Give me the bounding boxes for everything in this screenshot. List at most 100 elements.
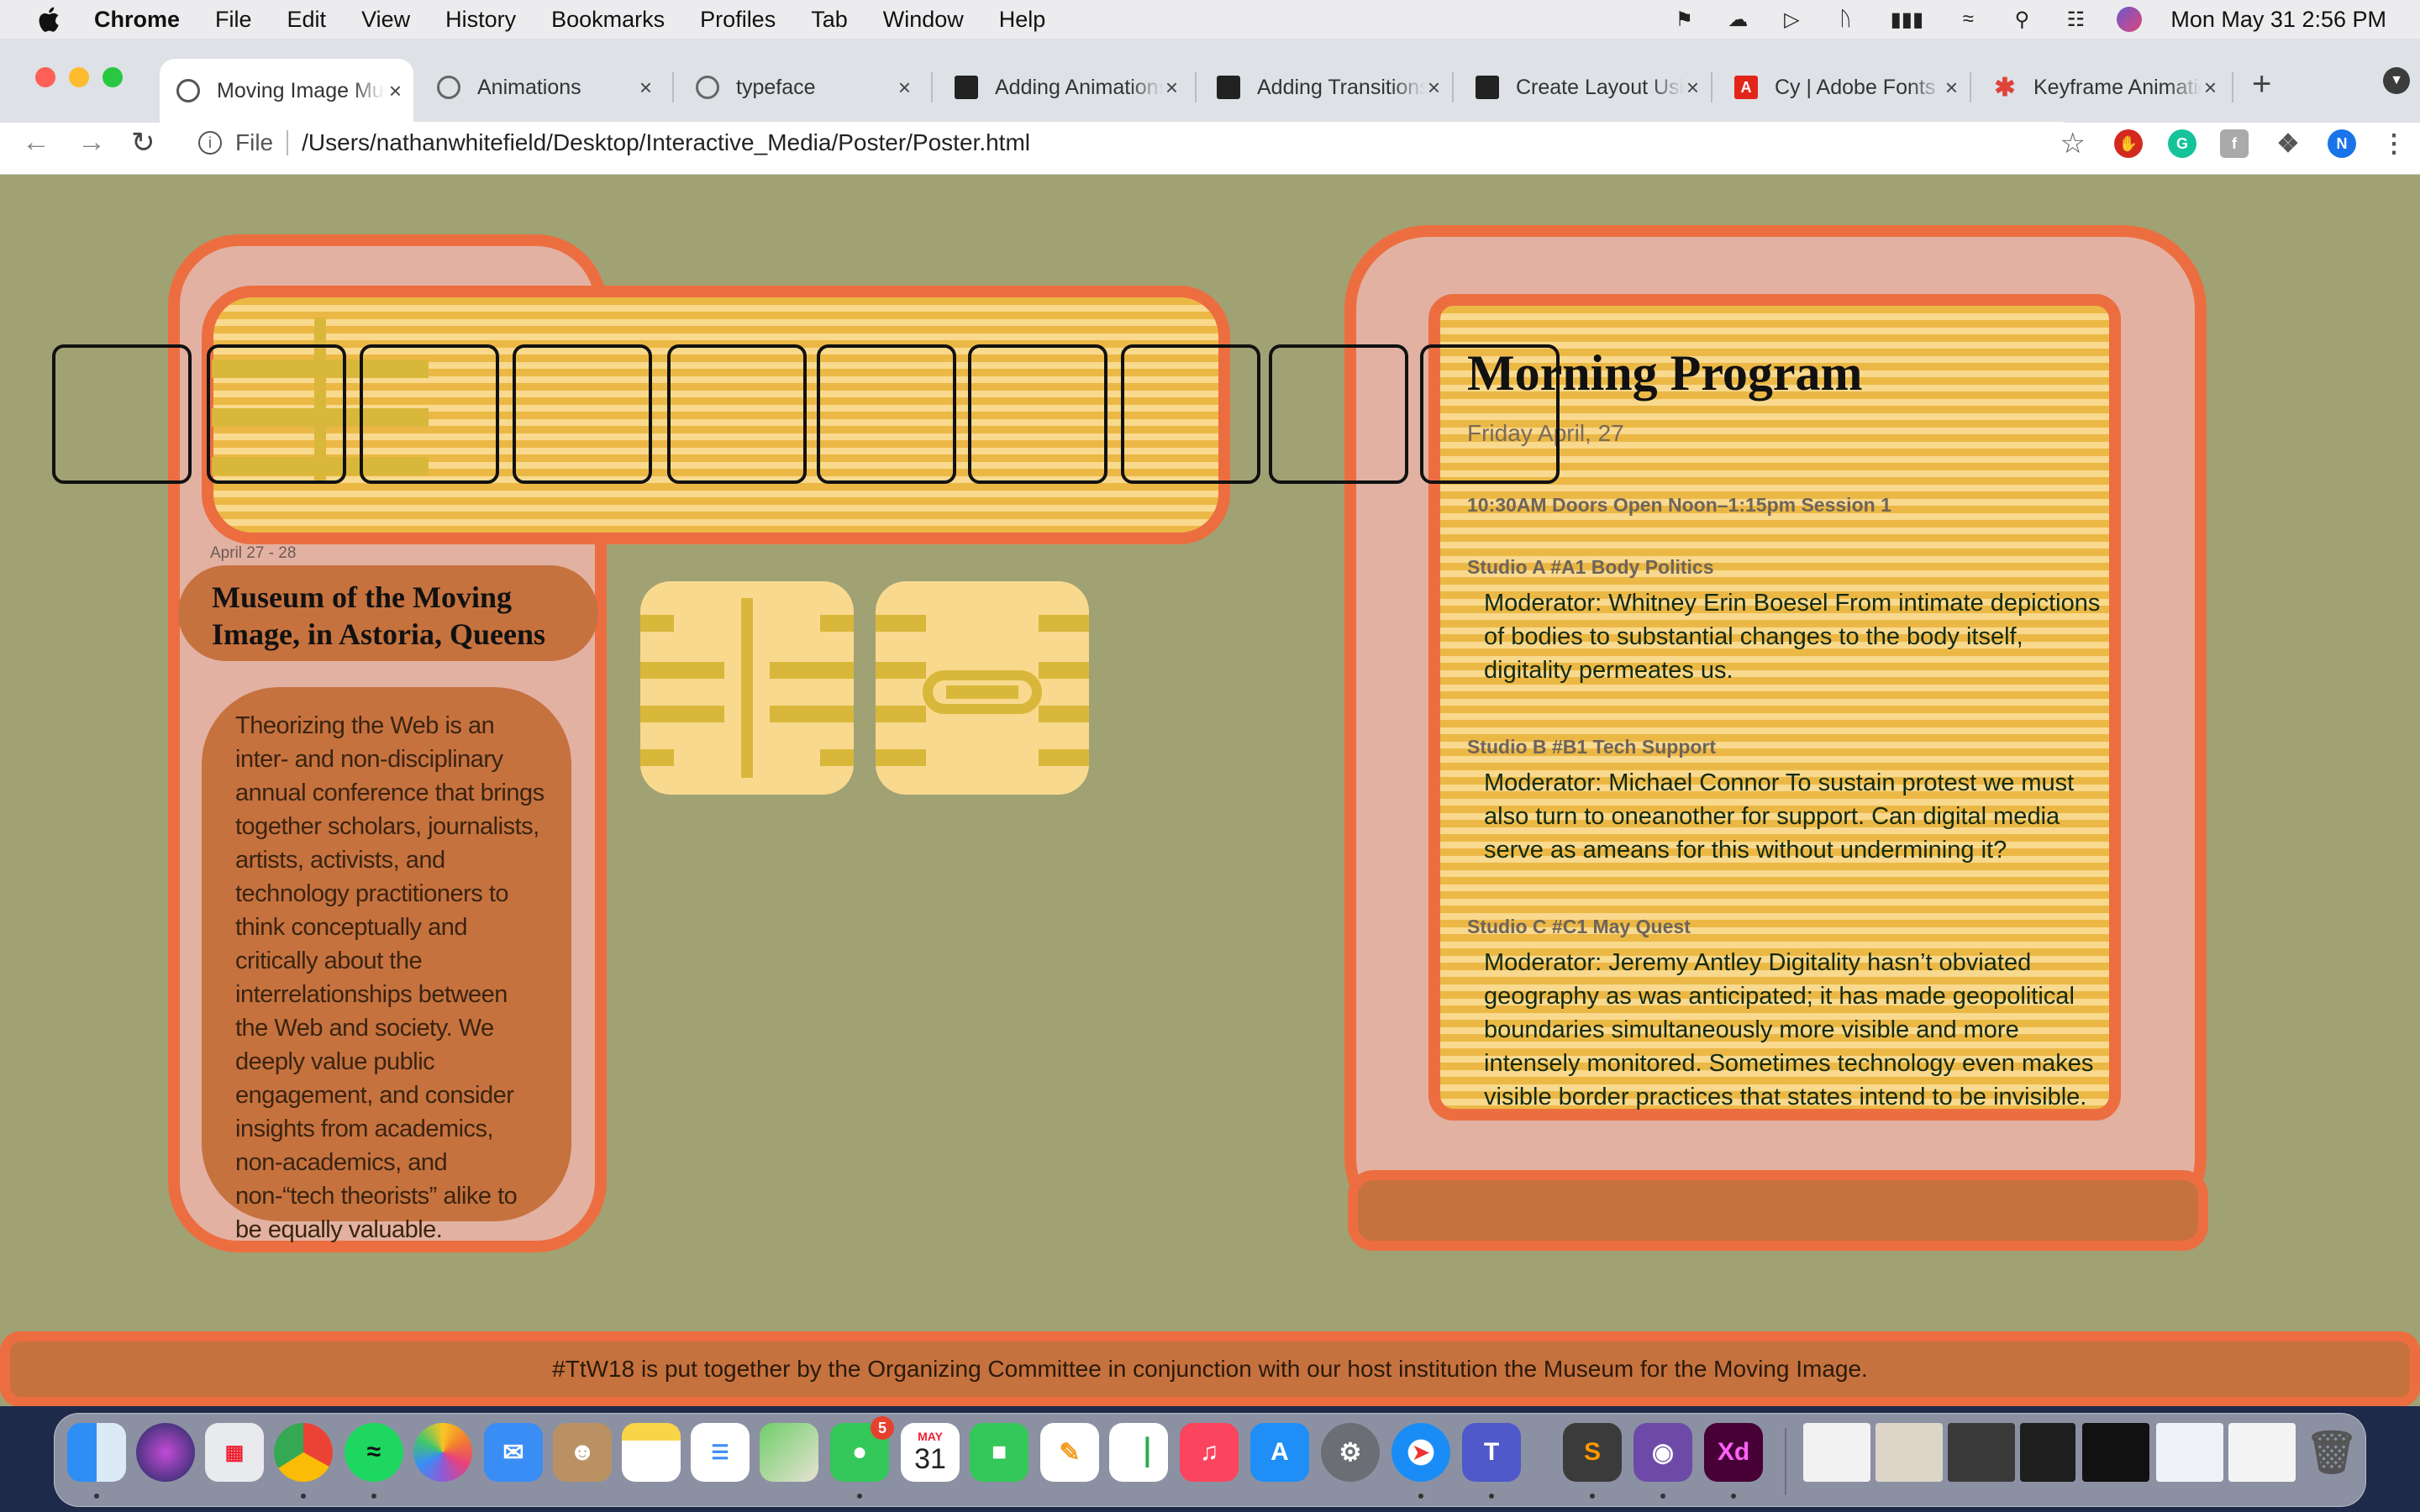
bookmark-star-icon[interactable]: ☆ <box>2060 127 2086 160</box>
messages-badge: 5 <box>871 1416 894 1440</box>
menu-history[interactable]: History <box>445 7 516 33</box>
sublime-text-icon[interactable]: S <box>1563 1423 1622 1482</box>
tab-label: Keyframe Animations <box>2033 75 2202 99</box>
facetime-icon[interactable]: ■ <box>970 1423 1028 1482</box>
close-tab-icon[interactable]: × <box>1165 75 1178 101</box>
menu-app-name[interactable]: Chrome <box>94 7 180 33</box>
tab-search-chevron-icon[interactable]: ▼ <box>2383 67 2410 94</box>
footer-credit-text: #TtW18 is put together by the Organizing… <box>552 1356 1868 1382</box>
teams-icon[interactable]: T <box>1462 1423 1521 1482</box>
studio-c-description: Moderator: Jeremy Antley Digitality hasn… <box>1484 949 2094 1110</box>
menu-tab[interactable]: Tab <box>811 7 848 33</box>
notes-icon[interactable] <box>622 1423 681 1482</box>
close-tab-icon[interactable]: × <box>639 75 652 101</box>
close-tab-icon[interactable]: × <box>898 75 911 101</box>
maps-icon[interactable] <box>760 1423 818 1482</box>
tile-stripe <box>770 662 854 679</box>
adblock-extension-icon[interactable]: ✋ <box>2114 129 2143 158</box>
calendar-icon[interactable]: MAY 31 <box>901 1423 960 1482</box>
pages-icon[interactable]: ✎ <box>1040 1423 1099 1482</box>
apple-logo-icon[interactable] <box>35 5 60 34</box>
menu-bookmarks[interactable]: Bookmarks <box>551 7 665 33</box>
font-extension-icon[interactable]: f <box>2220 129 2249 158</box>
siri-icon[interactable] <box>2117 7 2143 32</box>
wifi-icon[interactable]: ≈ <box>1955 7 1981 32</box>
system-preferences-icon[interactable]: ⚙ <box>1321 1423 1380 1482</box>
tab-separator <box>1711 72 1712 102</box>
flag-status-icon[interactable]: ⚑ <box>1671 7 1697 32</box>
profile-avatar[interactable]: N <box>2328 129 2356 158</box>
github-desktop-icon[interactable]: ◉ <box>1634 1423 1692 1482</box>
battery-icon[interactable]: ▮▮▮ <box>1886 7 1927 32</box>
close-tab-icon[interactable]: × <box>1686 75 1699 101</box>
address-bar[interactable]: i File /Users/nathanwhitefield/Desktop/I… <box>182 122 2086 164</box>
tab-animations[interactable]: Animations × <box>420 62 664 113</box>
window-minimize-button[interactable] <box>69 67 89 87</box>
tab-moving-image[interactable]: Moving Image Museum × <box>160 59 413 123</box>
creative-cloud-icon[interactable]: ☁ <box>1725 7 1750 32</box>
window-zoom-button[interactable] <box>103 67 123 87</box>
spotlight-search-icon[interactable]: ⚲ <box>2009 7 2034 32</box>
program-card-footer <box>1348 1170 2208 1251</box>
tab-adobe-fonts[interactable]: A Cy | Adobe Fonts × <box>1718 62 1970 113</box>
play-status-icon[interactable]: ▷ <box>1779 7 1804 32</box>
menu-view[interactable]: View <box>361 7 410 33</box>
window-thumbnail[interactable] <box>1876 1423 1943 1482</box>
finder-icon[interactable] <box>67 1423 126 1482</box>
forward-arrow-icon[interactable]: → <box>77 126 106 159</box>
tab-typeface[interactable]: typeface × <box>679 62 923 113</box>
photos-icon[interactable] <box>413 1423 472 1482</box>
url-text[interactable]: /Users/nathanwhitefield/Desktop/Interact… <box>302 129 1030 156</box>
adobe-xd-icon[interactable]: Xd <box>1704 1423 1763 1482</box>
messages-icon[interactable]: ● 5 <box>830 1416 894 1482</box>
window-thumbnail[interactable] <box>2156 1423 2223 1482</box>
menu-clock[interactable]: Mon May 31 2:56 PM <box>2170 7 2386 33</box>
animation-box <box>52 344 192 484</box>
tab-adding-animations[interactable]: Adding Animations × <box>938 62 1190 113</box>
contacts-icon[interactable]: ☻ <box>553 1423 612 1482</box>
window-thumbnail[interactable] <box>2228 1423 2296 1482</box>
chrome-dock-icon[interactable] <box>274 1423 333 1482</box>
menu-window[interactable]: Window <box>883 7 964 33</box>
running-indicator <box>857 1494 862 1499</box>
menu-help[interactable]: Help <box>999 7 1046 33</box>
menu-file[interactable]: File <box>215 7 252 33</box>
mail-icon[interactable]: ✉ <box>484 1423 543 1482</box>
reload-icon[interactable]: ↻ <box>131 126 155 160</box>
reminders-icon[interactable]: ☰ <box>691 1423 750 1482</box>
window-thumbnail[interactable] <box>1803 1423 1870 1482</box>
chrome-menu-icon[interactable]: ⋮ <box>2380 129 2408 158</box>
siri-dock-icon[interactable] <box>136 1423 195 1482</box>
close-tab-icon[interactable]: × <box>1428 75 1440 101</box>
tab-keyframe-animations[interactable]: ✱ Keyframe Animations × <box>1976 62 2228 113</box>
grammarly-extension-icon[interactable]: G <box>2168 129 2196 158</box>
safari-icon[interactable]: ➤ <box>1392 1423 1450 1482</box>
window-thumbnail[interactable] <box>2020 1423 2075 1482</box>
tab-adding-transitions[interactable]: Adding Transitions × <box>1200 62 1452 113</box>
window-thumbnail[interactable] <box>2082 1423 2149 1482</box>
spotify-icon[interactable]: ≈ <box>345 1423 403 1482</box>
close-tab-icon[interactable]: × <box>1945 75 1958 101</box>
extensions-puzzle-icon[interactable]: ❖ <box>2274 129 2302 158</box>
animation-box <box>1420 344 1560 484</box>
bluetooth-icon[interactable]: ᚢ <box>1833 7 1858 32</box>
new-tab-button[interactable]: + <box>2252 66 2271 103</box>
window-close-button[interactable] <box>35 67 55 87</box>
music-icon[interactable]: ♫ <box>1180 1423 1239 1482</box>
trash-icon[interactable]: 🗑 <box>2302 1423 2361 1482</box>
close-tab-icon[interactable]: × <box>2204 75 2217 101</box>
numbers-icon[interactable]: ▕ <box>1109 1423 1168 1482</box>
back-arrow-icon[interactable]: ← <box>22 126 50 159</box>
close-tab-icon[interactable]: × <box>389 78 402 104</box>
site-info-icon[interactable]: i <box>198 131 222 155</box>
window-thumbnail[interactable] <box>1948 1423 2015 1482</box>
tab-create-layout[interactable]: Create Layout Using × <box>1459 62 1711 113</box>
control-center-icon[interactable]: ☷ <box>2063 7 2088 32</box>
animation-box <box>1269 344 1408 484</box>
menu-profiles[interactable]: Profiles <box>700 7 776 33</box>
tile-pill-core <box>946 685 1018 699</box>
launchpad-icon[interactable]: ▦ <box>205 1423 264 1482</box>
menu-edit[interactable]: Edit <box>287 7 327 33</box>
app-store-icon[interactable]: A <box>1250 1423 1309 1482</box>
animation-box <box>968 344 1107 484</box>
